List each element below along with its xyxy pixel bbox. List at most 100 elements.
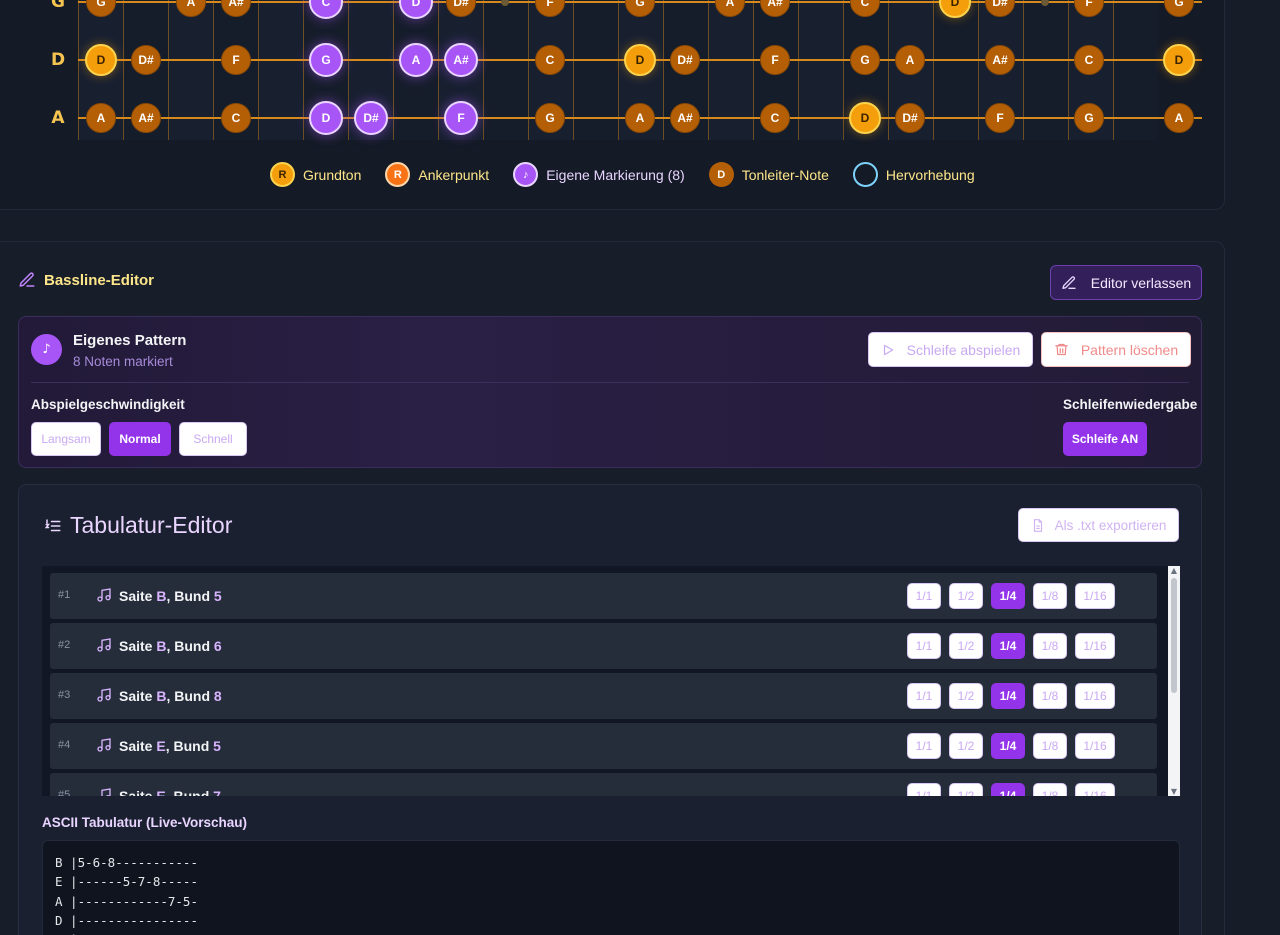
legend-root: R Grundton — [270, 162, 361, 187]
fret-note-scale[interactable]: C — [760, 103, 790, 133]
fret-note-custom[interactable]: A# — [444, 43, 478, 77]
bund-word: , Bund — [166, 638, 211, 654]
duration-button[interactable]: 1/2 — [949, 733, 983, 759]
duration-button[interactable]: 1/8 — [1033, 733, 1067, 759]
fret-number: 6 — [213, 638, 222, 654]
string-name: B — [156, 638, 167, 654]
fret-note-custom[interactable]: F — [444, 101, 478, 135]
duration-button[interactable]: 1/2 — [949, 633, 983, 659]
fret-note-scale[interactable]: G — [1074, 103, 1104, 133]
note-list[interactable]: #1 Saite B, Bund 5 1/1 1/2 1/4 1/8 1/16 #2 Saite… — [42, 566, 1180, 796]
duration-button[interactable]: 1/1 — [907, 633, 941, 659]
fret-note-scale[interactable]: F — [760, 45, 790, 75]
duration-button[interactable]: 1/8 — [1033, 783, 1067, 796]
fret-note-scale[interactable]: C — [1074, 45, 1104, 75]
fret-note-scale[interactable]: F — [985, 103, 1015, 133]
duration-button[interactable]: 1/4 — [991, 783, 1025, 796]
ascii-tab-line: G | — [55, 930, 1167, 935]
duration-button[interactable]: 1/16 — [1075, 733, 1115, 759]
play-loop-button[interactable]: Schleife abspielen — [868, 332, 1033, 367]
note-description: Saite B, Bund 8 — [119, 688, 222, 704]
fret-note-scale[interactable]: G — [535, 103, 565, 133]
fret-note-scale[interactable]: A — [895, 45, 925, 75]
row-number: #1 — [58, 589, 71, 601]
note-row[interactable]: #3 Saite B, Bund 8 1/1 1/2 1/4 1/8 1/16 — [50, 673, 1157, 719]
duration-button[interactable]: 1/2 — [949, 583, 983, 609]
note-row[interactable]: #1 Saite B, Bund 5 1/1 1/2 1/4 1/8 1/16 — [50, 573, 1157, 619]
duration-button[interactable]: 1/8 — [1033, 583, 1067, 609]
fret-note-custom[interactable]: G — [309, 43, 343, 77]
editor-title: Bassline-Editor — [18, 271, 154, 289]
loop-toggle-button[interactable]: Schleife AN — [1063, 422, 1147, 456]
fret-note-scale[interactable]: C — [221, 103, 251, 133]
duration-button[interactable]: 1/4 — [991, 683, 1025, 709]
leave-editor-label: Editor verlassen — [1090, 274, 1192, 291]
fret-note-custom[interactable]: D# — [354, 101, 388, 135]
duration-button[interactable]: 1/16 — [1075, 583, 1115, 609]
fret-note-custom[interactable]: D — [309, 101, 343, 135]
speed-fast-button[interactable]: Schnell — [179, 422, 247, 456]
speed-selector: Langsam Normal Schnell — [31, 422, 247, 456]
duration-button[interactable]: 1/2 — [949, 683, 983, 709]
export-txt-label: Als .txt exportieren — [1054, 517, 1167, 533]
duration-button[interactable]: 1/4 — [991, 733, 1025, 759]
fret-note-scale[interactable]: D# — [670, 45, 700, 75]
speed-normal-button[interactable]: Normal — [109, 422, 171, 456]
row-number: #5 — [58, 789, 71, 796]
duration-button[interactable]: 1/8 — [1033, 683, 1067, 709]
duration-button[interactable]: 1/4 — [991, 583, 1025, 609]
fret-note-scale[interactable]: A — [625, 103, 655, 133]
duration-button[interactable]: 1/8 — [1033, 633, 1067, 659]
music-note-icon — [97, 738, 111, 752]
export-txt-button[interactable]: Als .txt exportieren — [1018, 508, 1179, 542]
fret-note-root[interactable]: D — [624, 44, 656, 76]
ascii-tab-line: D |---------------- — [55, 912, 198, 928]
fret-note-custom[interactable]: A — [399, 43, 433, 77]
leave-editor-button[interactable]: Editor verlassen — [1050, 265, 1202, 300]
fret-note-root[interactable]: D — [85, 44, 117, 76]
fret-note-scale[interactable]: F — [221, 45, 251, 75]
fret-note-scale[interactable]: A# — [670, 103, 700, 133]
music-note-icon — [97, 638, 111, 652]
fret-note-scale[interactable]: A# — [985, 45, 1015, 75]
delete-pattern-button[interactable]: Pattern löschen — [1041, 332, 1191, 367]
tab-editor-panel: Tabulatur-Editor Als .txt exportieren #1… — [18, 484, 1202, 935]
fret-note-scale[interactable]: A — [86, 103, 116, 133]
duration-button[interactable]: 1/16 — [1075, 633, 1115, 659]
music-note-icon — [101, 788, 111, 796]
scroll-up-icon[interactable]: ▲ — [1168, 566, 1180, 575]
duration-button[interactable]: 1/1 — [907, 683, 941, 709]
fret-note-scale[interactable]: G — [850, 45, 880, 75]
pattern-card: ♪ Eigenes Pattern 8 Noten markiert Schle… — [18, 316, 1202, 468]
fret-note-root[interactable]: D — [1163, 44, 1195, 76]
fret-note-scale[interactable]: A — [1164, 103, 1194, 133]
duration-button[interactable]: 1/16 — [1075, 783, 1115, 796]
duration-button[interactable]: 1/4 — [991, 633, 1025, 659]
editor-title-text: Bassline-Editor — [44, 271, 155, 289]
note-description: Saite E, Bund 7 — [119, 788, 221, 796]
duration-button[interactable]: 1/1 — [907, 733, 941, 759]
scroll-down-icon[interactable]: ▼ — [1168, 787, 1180, 796]
fret-note-scale[interactable]: D# — [131, 45, 161, 75]
note-description: Saite E, Bund 5 — [119, 738, 221, 754]
note-list-scrollbar[interactable]: ▲ ▼ — [1168, 566, 1180, 796]
scroll-thumb[interactable] — [1171, 578, 1177, 693]
anchor-marker-icon: R — [385, 162, 411, 187]
note-description: Saite B, Bund 5 — [119, 588, 222, 604]
note-row[interactable]: #5 Saite E, Bund 7 1/1 1/2 1/4 1/8 1/16 — [50, 773, 1157, 796]
ascii-tab-line: A |------------7-5- — [55, 893, 198, 909]
fret-note-scale[interactable]: D# — [895, 103, 925, 133]
root-marker-icon: R — [270, 162, 295, 187]
highlight-ring-icon — [852, 162, 878, 187]
duration-button[interactable]: 1/2 — [949, 783, 983, 796]
duration-button[interactable]: 1/1 — [907, 583, 941, 609]
duration-button[interactable]: 1/16 — [1075, 683, 1115, 709]
note-row[interactable]: #4 Saite E, Bund 5 1/1 1/2 1/4 1/8 1/16 — [50, 723, 1157, 769]
row-number: #4 — [58, 739, 71, 751]
speed-slow-button[interactable]: Langsam — [31, 422, 101, 456]
duration-button[interactable]: 1/1 — [907, 783, 941, 796]
fret-note-root[interactable]: D — [849, 102, 881, 134]
fret-note-scale[interactable]: C — [535, 45, 565, 75]
note-row[interactable]: #2 Saite B, Bund 6 1/1 1/2 1/4 1/8 1/16 — [50, 623, 1157, 669]
fret-note-scale[interactable]: A# — [131, 103, 161, 133]
